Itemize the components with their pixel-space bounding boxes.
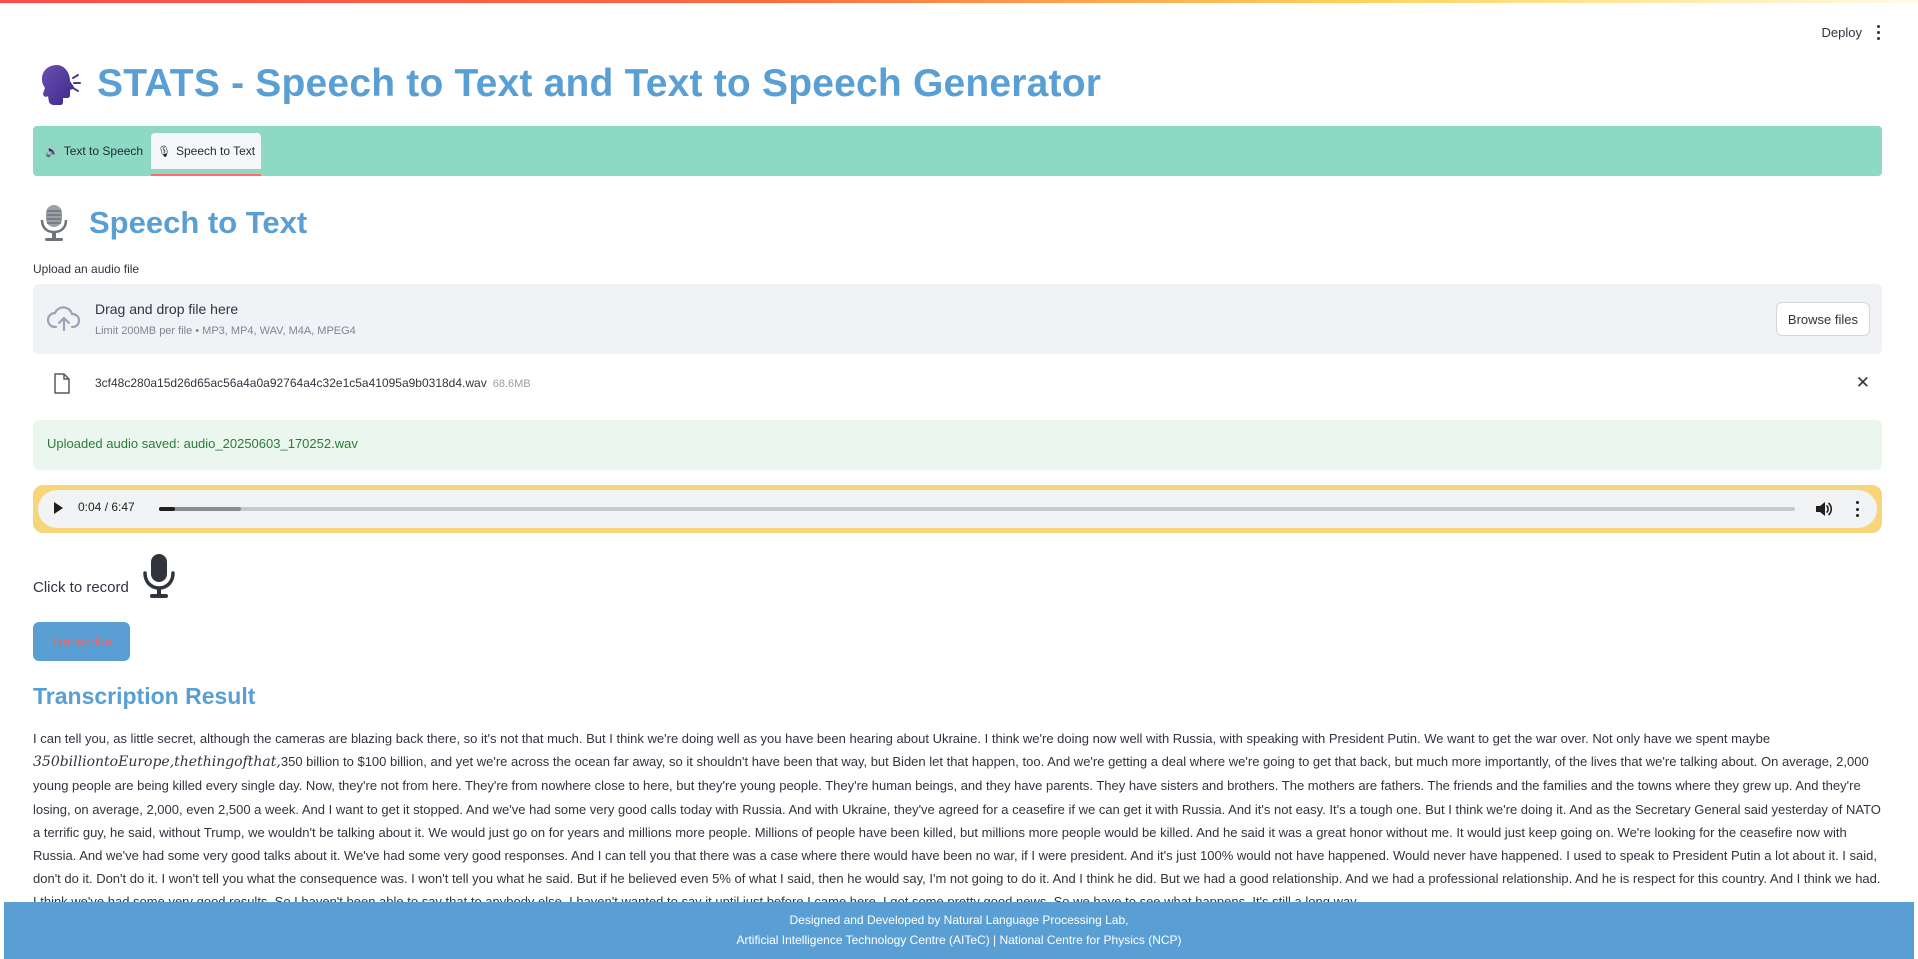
section-header: Speech to Text bbox=[37, 204, 307, 242]
play-icon[interactable] bbox=[54, 502, 63, 514]
success-message: Uploaded audio saved: audio_20250603_170… bbox=[47, 436, 358, 451]
file-icon bbox=[54, 373, 70, 394]
record-label: Click to record bbox=[33, 579, 129, 596]
dropzone-limit: Limit 200MB per file • MP3, MP4, WAV, M4… bbox=[95, 325, 356, 337]
volume-icon[interactable] bbox=[1815, 501, 1833, 517]
tab-text-to-speech[interactable]: 🔊 Text to Speech bbox=[41, 133, 147, 169]
app-header: STATS - Speech to Text and Text to Speec… bbox=[37, 62, 1101, 106]
seek-progress bbox=[159, 507, 176, 511]
section-title: Speech to Text bbox=[89, 205, 308, 240]
footer-line-2: Artificial Intelligence Technology Centr… bbox=[736, 932, 1182, 947]
deploy-button[interactable]: Deploy bbox=[1822, 25, 1862, 40]
record-microphone-icon[interactable] bbox=[141, 553, 177, 599]
footer-line-1: Designed and Developed by Natural Langua… bbox=[789, 913, 1129, 927]
audio-player-frame: 0:04 / 6:47 bbox=[33, 485, 1882, 533]
tab-speech-to-text[interactable]: 🎙 Speech to Text bbox=[151, 133, 262, 176]
transcription-text-part1: I can tell you, as little secret, althou… bbox=[33, 731, 1771, 746]
top-decoration-bar bbox=[0, 0, 1918, 3]
app-title: STATS - Speech to Text and Text to Speec… bbox=[97, 62, 1102, 105]
audio-player: 0:04 / 6:47 bbox=[38, 490, 1877, 528]
upload-label: Upload an audio file bbox=[33, 262, 140, 276]
dropzone-title: Drag and drop file here bbox=[95, 301, 239, 317]
result-title: Transcription Result bbox=[33, 683, 256, 709]
transcription-text-part2: 350 billion to $100 billion, and yet we'… bbox=[33, 754, 1881, 902]
footer: Designed and Developed by Natural Langua… bbox=[4, 902, 1914, 959]
tab-label: Speech to Text bbox=[175, 144, 256, 158]
tab-bar: 🔊 Text to Speech 🎙 Speech to Text bbox=[33, 126, 1882, 176]
seek-bar[interactable] bbox=[159, 507, 1795, 511]
remove-file-icon[interactable]: ✕ bbox=[1856, 373, 1870, 393]
more-options-icon[interactable] bbox=[1856, 501, 1860, 517]
kebab-menu-icon[interactable] bbox=[1868, 22, 1888, 42]
tab-label: Text to Speech bbox=[63, 144, 144, 158]
transcribe-button[interactable]: Transcribe bbox=[33, 622, 130, 661]
uploaded-file-row: 3cf48c280a15d26d65ac56a4a0a92764a4c32e1c… bbox=[33, 362, 1882, 406]
success-alert: Uploaded audio saved: audio_20250603_170… bbox=[33, 420, 1882, 470]
uploaded-file-name: 3cf48c280a15d26d65ac56a4a0a92764a4c32e1c… bbox=[95, 376, 531, 390]
browse-files-button[interactable]: Browse files bbox=[1775, 302, 1870, 336]
file-name-text: 3cf48c280a15d26d65ac56a4a0a92764a4c32e1c… bbox=[95, 376, 487, 390]
transcription-text: I can tell you, as little secret, althou… bbox=[33, 727, 1882, 902]
transcription-math-run: 350billiontoEurope,thethingofthat, bbox=[33, 754, 281, 771]
record-row: Click to record bbox=[33, 553, 177, 599]
time-display: 0:04 / 6:47 bbox=[78, 500, 135, 514]
file-dropzone[interactable]: Drag and drop file here Limit 200MB per … bbox=[33, 284, 1882, 354]
speaker-icon: 🔊 bbox=[45, 145, 59, 158]
file-size: 68.6MB bbox=[492, 378, 531, 390]
speaking-head-icon bbox=[42, 65, 81, 105]
cloud-upload-icon bbox=[47, 306, 81, 332]
microphone-icon: 🎙 bbox=[157, 145, 171, 158]
studio-microphone-icon bbox=[40, 205, 68, 241]
